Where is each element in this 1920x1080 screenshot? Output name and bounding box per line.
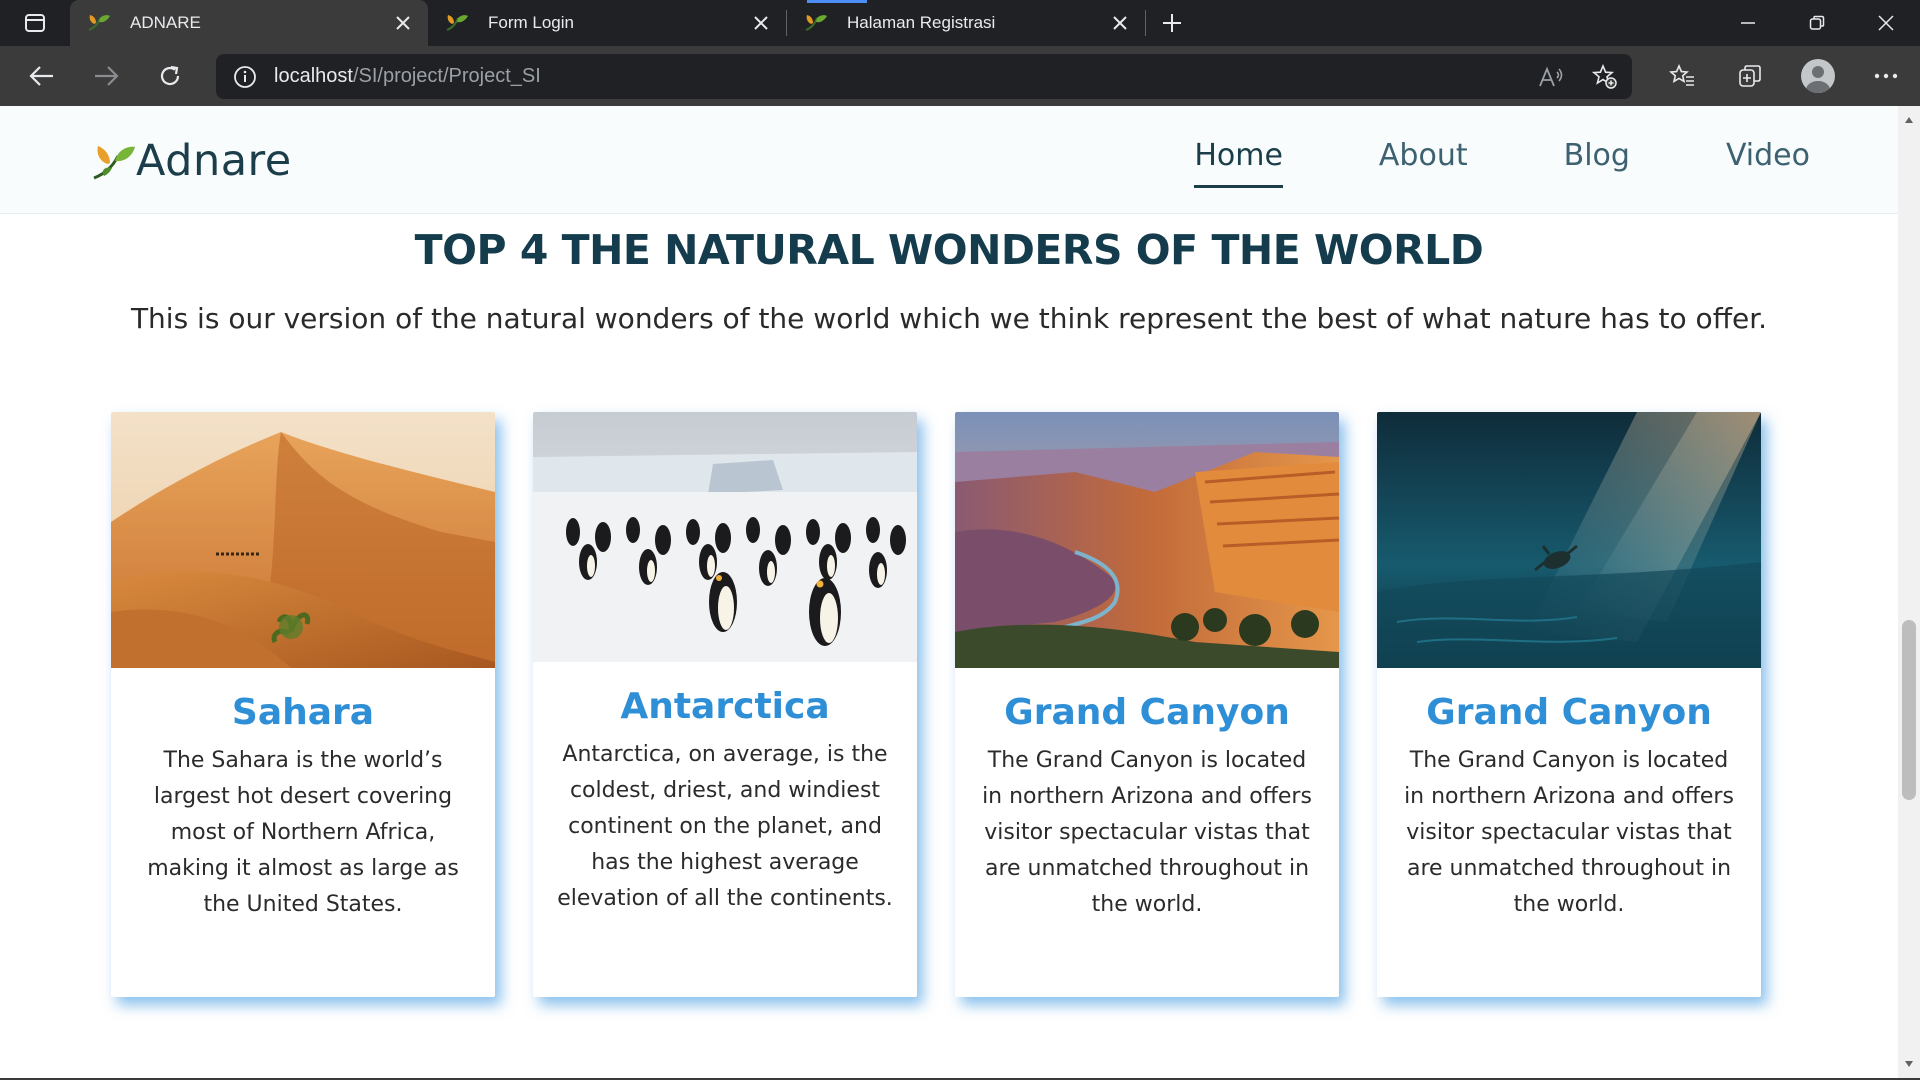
section-title: TOP 4 THE NATURAL WONDERS OF THE WORLD bbox=[414, 226, 1484, 274]
card-description: The Grand Canyon is located in northern … bbox=[982, 748, 1312, 917]
collections-icon[interactable] bbox=[1716, 63, 1784, 89]
close-tab-icon[interactable] bbox=[750, 12, 772, 34]
browser-tab-bar: ADNARE Form Login Halaman Registrasi bbox=[0, 0, 1920, 46]
card-title: Antarctica bbox=[620, 686, 830, 727]
forward-arrow-icon[interactable] bbox=[74, 46, 138, 106]
wonder-card-grand-canyon[interactable]: Grand Canyon The Grand Canyon is located… bbox=[955, 412, 1339, 997]
scroll-down-arrow-icon[interactable] bbox=[1898, 1054, 1920, 1074]
main-nav: Home About Blog Video bbox=[1098, 130, 1810, 188]
leaf-favicon-icon bbox=[88, 15, 110, 31]
wonder-card-sahara[interactable]: Sahara The Sahara is the world’s largest… bbox=[111, 412, 495, 997]
wonder-card-ocean[interactable]: Grand Canyon The Grand Canyon is located… bbox=[1377, 412, 1761, 997]
scroll-up-arrow-icon[interactable] bbox=[1898, 110, 1920, 130]
url-host: localhost bbox=[274, 65, 353, 87]
leaf-favicon-icon bbox=[805, 15, 827, 31]
card-description: Antarctica, on average, is the coldest, … bbox=[557, 742, 893, 911]
card-description: The Grand Canyon is located in northern … bbox=[1404, 748, 1734, 917]
desert-dunes-photo bbox=[111, 412, 495, 668]
logo-text: Adnare bbox=[136, 136, 292, 186]
penguin-colony-photo bbox=[533, 412, 917, 662]
card-description: The Sahara is the world’s largest hot de… bbox=[147, 748, 459, 917]
address-bar-actions bbox=[1524, 54, 1632, 99]
reload-icon[interactable] bbox=[138, 46, 202, 106]
browser-tab-adnare[interactable]: ADNARE bbox=[70, 0, 428, 46]
wonder-card-antarctica[interactable]: Antarctica Antarctica, on average, is th… bbox=[533, 412, 917, 997]
url-text: localhost/SI/project/Project_SI bbox=[274, 65, 541, 88]
page-scrollbar[interactable] bbox=[1898, 106, 1920, 1078]
nav-blog[interactable]: Blog bbox=[1564, 130, 1630, 188]
read-aloud-icon[interactable] bbox=[1524, 66, 1578, 88]
tab-title: Halaman Registrasi bbox=[847, 13, 996, 32]
section-subtitle: This is our version of the natural wonde… bbox=[130, 302, 1768, 335]
tab-actions-icon[interactable] bbox=[0, 0, 70, 46]
favorites-icon[interactable] bbox=[1648, 64, 1716, 88]
close-tab-icon[interactable] bbox=[392, 12, 414, 34]
tab-title: ADNARE bbox=[130, 13, 201, 32]
tab-title: Form Login bbox=[488, 13, 574, 32]
browser-tab-registrasi[interactable]: Halaman Registrasi bbox=[787, 0, 1145, 46]
card-title: Sahara bbox=[231, 692, 375, 733]
toolbar-right-actions bbox=[1648, 46, 1920, 106]
scrollbar-thumb[interactable] bbox=[1902, 620, 1916, 800]
site-header: Adnare Home About Blog Video bbox=[0, 106, 1898, 214]
canyon-photo bbox=[955, 412, 1339, 668]
page-viewport: Adnare Home About Blog Video TOP 4 THE N… bbox=[0, 106, 1898, 1078]
nav-video[interactable]: Video bbox=[1726, 130, 1810, 188]
window-controls bbox=[1713, 0, 1920, 46]
new-tab-icon[interactable] bbox=[1146, 0, 1198, 46]
leaf-logo-icon bbox=[93, 146, 135, 180]
tab-loading-indicator bbox=[807, 0, 867, 3]
nav-about[interactable]: About bbox=[1379, 130, 1468, 188]
site-info-icon[interactable] bbox=[216, 65, 274, 89]
profile-avatar-icon[interactable] bbox=[1801, 59, 1835, 93]
nav-home[interactable]: Home bbox=[1194, 130, 1283, 188]
minimize-icon[interactable] bbox=[1713, 0, 1782, 46]
underwater-turtle-photo bbox=[1377, 412, 1761, 668]
add-favorite-icon[interactable] bbox=[1578, 63, 1632, 90]
leaf-favicon-icon bbox=[446, 15, 468, 31]
more-options-icon[interactable] bbox=[1852, 73, 1920, 79]
browser-tab-form-login[interactable]: Form Login bbox=[428, 0, 786, 46]
url-path: /SI/project/Project_SI bbox=[352, 65, 541, 87]
address-bar[interactable]: localhost/SI/project/Project_SI bbox=[216, 54, 1632, 99]
browser-toolbar: localhost/SI/project/Project_SI bbox=[0, 46, 1920, 106]
site-logo[interactable]: Adnare bbox=[90, 136, 292, 186]
card-title: Grand Canyon bbox=[1004, 692, 1290, 733]
close-window-icon[interactable] bbox=[1851, 0, 1920, 46]
close-tab-icon[interactable] bbox=[1109, 12, 1131, 34]
back-arrow-icon[interactable] bbox=[10, 46, 74, 106]
card-title: Grand Canyon bbox=[1426, 692, 1712, 733]
restore-icon[interactable] bbox=[1782, 0, 1851, 46]
